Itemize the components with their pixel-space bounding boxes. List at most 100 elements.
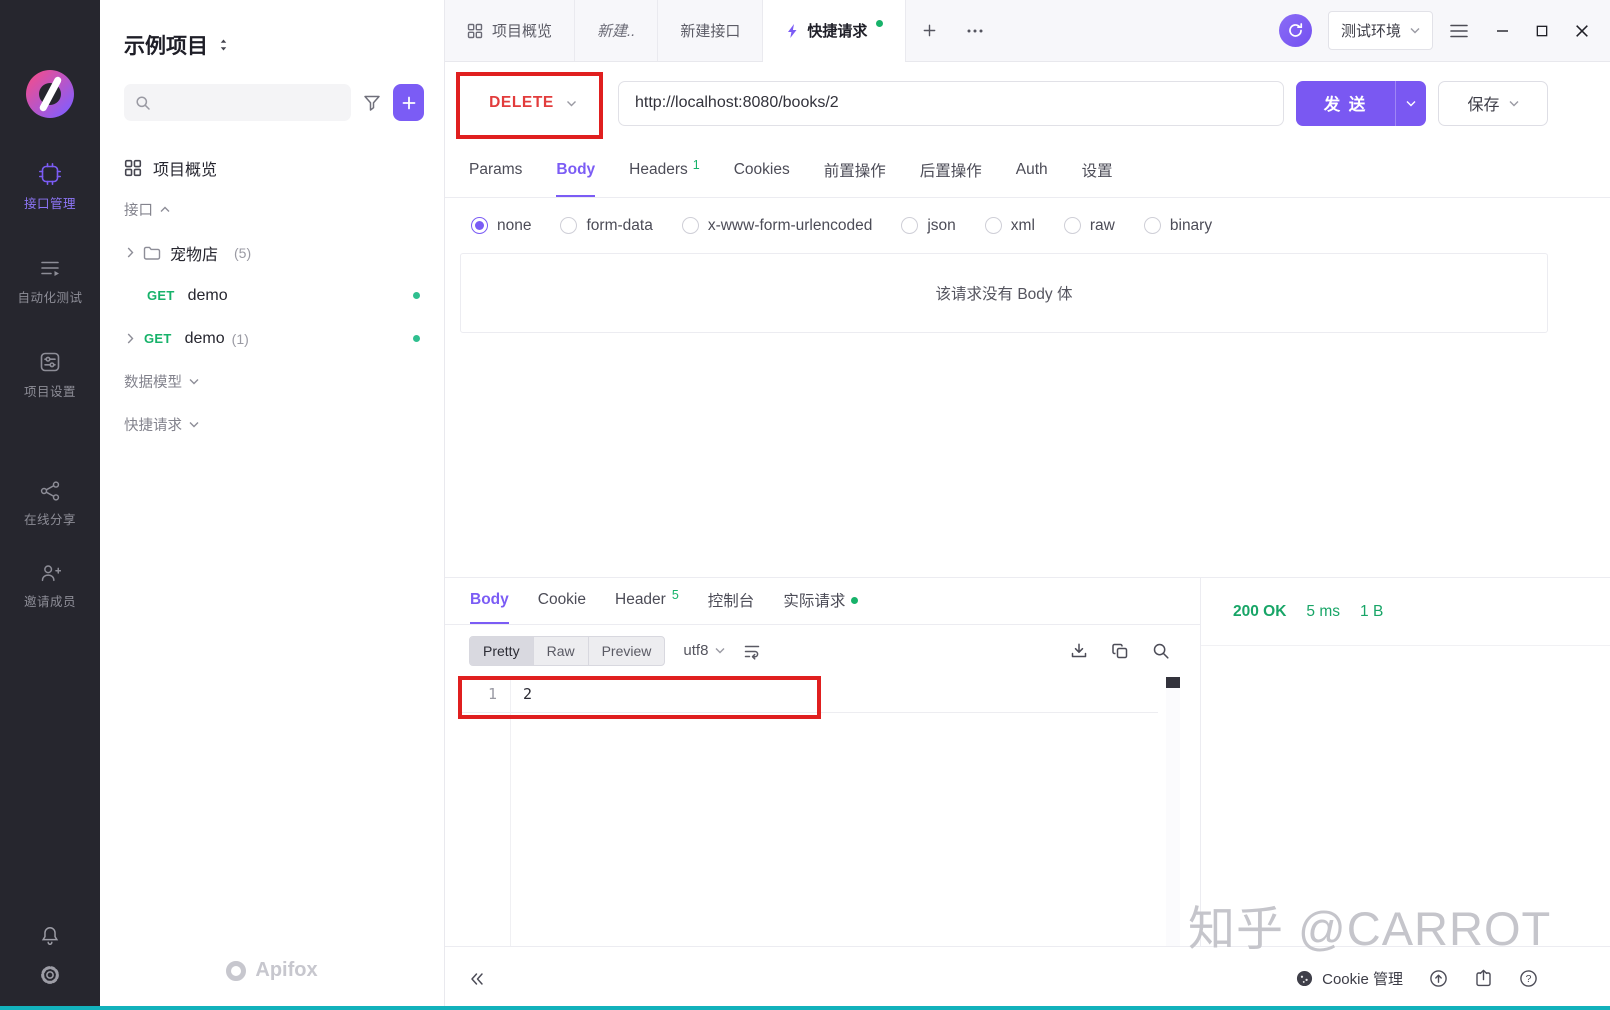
chevron-down-icon <box>1406 100 1416 107</box>
response-tab-cookie[interactable]: Cookie <box>538 578 586 624</box>
send-options-caret[interactable] <box>1395 81 1426 126</box>
tab-label: 实际请求 <box>783 589 845 611</box>
request-url-input[interactable] <box>618 81 1284 126</box>
http-method-select[interactable]: DELETE <box>460 94 606 112</box>
response-body-editor[interactable]: 1 2 <box>460 676 1200 946</box>
sidebar-group-quick-request[interactable]: 快捷请求 <box>100 403 444 446</box>
tab-label: Auth <box>1016 161 1048 179</box>
sidebar-group-api[interactable]: 接口 <box>100 188 444 231</box>
tab-new-api[interactable]: 新建接口 <box>658 0 763 61</box>
scrollbar-thumb[interactable] <box>1166 677 1180 688</box>
tab-cookies[interactable]: Cookies <box>734 144 790 197</box>
download-icon[interactable] <box>1070 642 1088 660</box>
tab-settings[interactable]: 设置 <box>1082 144 1113 197</box>
modified-dot <box>413 335 420 342</box>
filter-funnel-icon <box>363 94 381 112</box>
response-status-panel: 200 OK 5 ms 1 B <box>1200 578 1610 946</box>
apifox-logo[interactable] <box>26 70 74 118</box>
body-type-urlencoded[interactable]: x-www-form-urlencoded <box>682 217 873 235</box>
sidebar-group-data-models[interactable]: 数据模型 <box>100 360 444 403</box>
editor-scrollbar[interactable] <box>1166 677 1180 946</box>
automation-test-icon <box>38 256 62 280</box>
notification-bell-icon[interactable] <box>39 925 61 947</box>
tab-pre-actions[interactable]: 前置操作 <box>824 144 886 197</box>
body-type-xml[interactable]: xml <box>985 217 1035 235</box>
view-mode-pretty[interactable]: Pretty <box>470 637 534 665</box>
tab-label: Cookie <box>538 591 586 609</box>
request-bar: DELETE 发 送 保存 <box>445 62 1610 144</box>
rail-item-api-management[interactable]: 接口管理 <box>24 162 76 212</box>
body-type-json[interactable]: json <box>901 217 955 235</box>
view-mode-raw[interactable]: Raw <box>534 637 589 665</box>
project-header: 示例项目 <box>100 0 444 60</box>
body-type-label: xml <box>1011 217 1035 235</box>
project-title: 示例项目 <box>124 30 208 60</box>
view-mode-preview[interactable]: Preview <box>589 637 665 665</box>
gutter-divider <box>510 676 511 946</box>
sidebar-item-project-overview[interactable]: 项目概览 <box>100 148 444 188</box>
project-switcher-icon[interactable] <box>218 37 229 53</box>
grid-icon <box>124 159 142 177</box>
body-type-binary[interactable]: binary <box>1144 217 1212 235</box>
radio-icon <box>682 217 699 234</box>
rail-item-label: 邀请成员 <box>24 591 76 610</box>
response-tab-body[interactable]: Body <box>470 578 509 624</box>
tab-new-unsaved[interactable]: 新建.. <box>575 0 658 61</box>
settings-gear-icon[interactable] <box>39 964 61 986</box>
copy-icon[interactable] <box>1111 642 1129 660</box>
rail-item-project-settings[interactable]: 项目设置 <box>24 350 76 400</box>
cookie-manager-button[interactable]: Cookie 管理 <box>1296 968 1403 989</box>
add-button[interactable] <box>393 84 424 121</box>
tab-post-actions[interactable]: 后置操作 <box>920 144 982 197</box>
export-share-icon[interactable] <box>1474 969 1493 988</box>
sync-button[interactable] <box>1279 14 1312 47</box>
tree-item-api-demo-1[interactable]: GET demo (1) <box>100 317 444 360</box>
response-tab-console[interactable]: 控制台 <box>708 578 755 624</box>
body-type-label: x-www-form-urlencoded <box>708 217 873 235</box>
search-icon[interactable] <box>1152 642 1170 660</box>
search-input-field[interactable] <box>159 95 340 111</box>
rail-item-label: 在线分享 <box>24 509 76 528</box>
status-time: 5 ms <box>1306 603 1340 621</box>
chevron-down-icon <box>715 647 725 654</box>
line-number: 1 <box>460 685 510 703</box>
minimize-icon[interactable] <box>1495 23 1510 38</box>
help-icon[interactable]: ? <box>1519 969 1538 988</box>
environment-selector[interactable]: 测试环境 <box>1328 11 1433 50</box>
tab-auth[interactable]: Auth <box>1016 144 1048 197</box>
rail-item-automation-test[interactable]: 自动化测试 <box>17 256 82 306</box>
response-tab-header[interactable]: Header 5 <box>615 578 679 624</box>
save-button[interactable]: 保存 <box>1438 81 1548 126</box>
search-input[interactable] <box>124 84 351 121</box>
response-tab-actual-request[interactable]: 实际请求 <box>783 578 858 624</box>
body-type-raw[interactable]: raw <box>1064 217 1115 235</box>
tab-project-overview[interactable]: 项目概览 <box>445 0 575 61</box>
tree-item-folder-petstore[interactable]: 宠物店 (5) <box>100 231 444 274</box>
maximize-icon[interactable] <box>1535 24 1549 38</box>
send-button[interactable]: 发 送 <box>1296 81 1426 126</box>
rail-item-online-share[interactable]: 在线分享 <box>24 480 76 528</box>
body-type-form-data[interactable]: form-data <box>560 217 652 235</box>
sidebar-group-label: 接口 <box>124 199 153 220</box>
chevron-down-icon <box>566 100 577 107</box>
menu-button[interactable] <box>1449 23 1469 39</box>
rail-item-invite-member[interactable]: 邀请成员 <box>24 562 76 610</box>
bottom-bar-right: Cookie 管理 ? <box>1296 968 1538 989</box>
tab-quick-request[interactable]: 快捷请求 <box>763 0 906 61</box>
collapse-panel-button[interactable] <box>469 972 485 986</box>
word-wrap-button[interactable] <box>743 642 761 660</box>
body-type-none[interactable]: none <box>471 217 531 235</box>
tab-label: 快捷请求 <box>807 20 867 41</box>
more-tabs-button[interactable] <box>952 0 998 61</box>
upload-circle-icon[interactable] <box>1429 969 1448 988</box>
tab-params[interactable]: Params <box>469 144 522 197</box>
encoding-select[interactable]: utf8 <box>683 642 725 659</box>
tree-item-api-demo[interactable]: GET demo <box>100 274 444 317</box>
new-tab-button[interactable] <box>906 0 952 61</box>
body-empty-panel: 该请求没有 Body 体 <box>460 253 1548 333</box>
headers-count-badge: 1 <box>693 158 700 172</box>
tab-body[interactable]: Body <box>556 144 595 197</box>
tab-headers[interactable]: Headers 1 <box>629 144 700 197</box>
filter-button[interactable] <box>363 94 381 112</box>
close-icon[interactable] <box>1574 23 1590 39</box>
